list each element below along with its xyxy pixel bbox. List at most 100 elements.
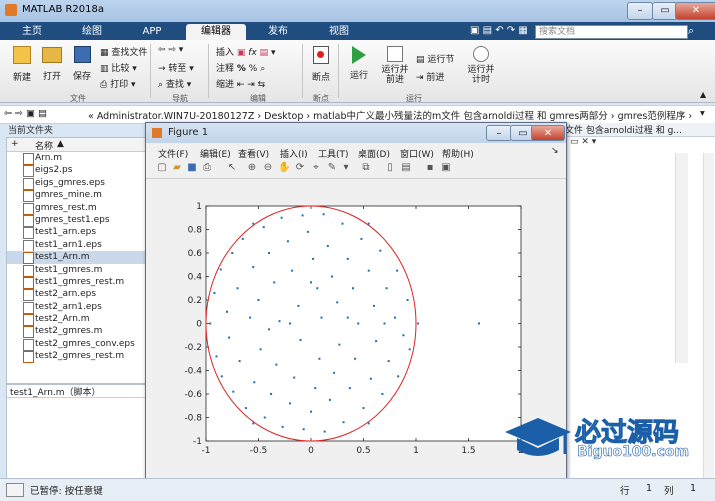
indent-button[interactable]: 缩进 ⇤ ⇥ ⇆ bbox=[216, 77, 265, 90]
ribbon-tab-bar: 主页 绘图 APP 编辑器 发布 视图 ▣ ▤ ↶ ↷ ▦ 搜索文档 ⌕ bbox=[0, 22, 715, 40]
tab-view[interactable]: 视图 bbox=[314, 24, 364, 40]
name-column-header[interactable]: + 名称 ▲ bbox=[7, 138, 152, 152]
menu-dock-icon[interactable]: ↘ bbox=[551, 146, 559, 156]
hide-tools-icon[interactable]: ▪ bbox=[424, 162, 436, 174]
m-file-icon bbox=[23, 314, 34, 327]
file-row[interactable]: test2_Arn.m bbox=[7, 313, 152, 327]
show-tools-icon[interactable]: ▣ bbox=[440, 162, 452, 174]
link-plot-icon[interactable]: ⧉ bbox=[360, 162, 372, 174]
data-point bbox=[268, 252, 270, 254]
run-section-button[interactable]: ▤ 运行节 bbox=[416, 52, 454, 65]
find-button[interactable]: ⌕ 查找 ▾ bbox=[158, 77, 191, 90]
legend-icon[interactable]: ▤ bbox=[400, 162, 412, 174]
brush-icon[interactable]: ✎ bbox=[326, 162, 338, 174]
tab-apps[interactable]: APP bbox=[130, 24, 174, 40]
tab-publish[interactable]: 发布 bbox=[252, 24, 304, 40]
tab-home[interactable]: 主页 bbox=[10, 24, 54, 40]
group-run-label: 运行 bbox=[406, 94, 422, 103]
file-row[interactable]: test2_arn.eps bbox=[7, 288, 152, 302]
file-row[interactable]: gmres_mine.m bbox=[7, 189, 152, 203]
file-row[interactable]: test1_gmres.m bbox=[7, 264, 152, 277]
brush-dropdown-icon[interactable]: ▾ bbox=[340, 162, 352, 174]
file-row[interactable]: test1_Arn.m bbox=[7, 251, 152, 265]
editor-tab-row[interactable]: ▭ ✕ ▾ bbox=[570, 137, 710, 149]
col-value: 1 bbox=[690, 483, 697, 494]
path-dropdown-icon[interactable]: ▾ bbox=[700, 108, 705, 119]
breakpoints-button[interactable]: 断点 bbox=[306, 46, 336, 83]
run-button[interactable]: 运行 bbox=[344, 46, 374, 81]
run-time-button[interactable]: 运行并 计时 bbox=[464, 46, 498, 85]
file-row[interactable]: test2_arn1.eps bbox=[7, 301, 152, 314]
quick-access-icons[interactable]: ▣ ▤ ↶ ↷ ▦ bbox=[470, 25, 528, 36]
print-button[interactable]: ⎙ 打印 ▾ bbox=[100, 77, 135, 90]
row-value: 1 bbox=[646, 483, 653, 494]
data-cursor-icon[interactable]: ⌖ bbox=[310, 162, 322, 174]
save-button[interactable]: 保存 bbox=[68, 46, 96, 82]
minimize-button[interactable]: – bbox=[627, 2, 653, 20]
zoom-in-icon[interactable]: ⊕ bbox=[246, 162, 258, 174]
collapse-ribbon-icon[interactable]: ▲ bbox=[700, 90, 706, 99]
comment-button[interactable]: 注释 % % ⌕ bbox=[216, 61, 265, 74]
data-point bbox=[314, 387, 317, 390]
menu-view[interactable]: 查看(V) bbox=[238, 147, 269, 160]
menu-help[interactable]: 帮助(H) bbox=[442, 147, 474, 160]
data-point bbox=[291, 269, 294, 272]
save-figure-icon[interactable]: ■ bbox=[186, 162, 198, 174]
figure-close-button[interactable]: ✕ bbox=[531, 125, 565, 141]
data-point bbox=[312, 257, 315, 260]
file-row[interactable]: test1_arn.eps bbox=[7, 226, 152, 240]
menu-insert[interactable]: 插入(I) bbox=[280, 147, 308, 160]
rotate-icon[interactable]: ⟳ bbox=[294, 162, 306, 174]
window-scrollbar[interactable] bbox=[703, 153, 714, 483]
find-file-button[interactable]: ▦ 查找文件 bbox=[100, 45, 147, 58]
goto-button[interactable]: → 转至 ▾ bbox=[158, 61, 194, 74]
path-breadcrumb[interactable]: « Administrator.WIN7U-20180127Z › Deskto… bbox=[88, 108, 692, 122]
compare-button[interactable]: ▥ 比较 ▾ bbox=[100, 61, 137, 74]
file-row[interactable]: test2_gmres_rest.m bbox=[7, 350, 152, 364]
file-row[interactable]: test2_gmres_conv.eps bbox=[7, 338, 152, 351]
new-button[interactable]: 新建 bbox=[8, 46, 36, 83]
figure-minimize-button[interactable]: – bbox=[486, 125, 512, 141]
data-point bbox=[310, 410, 312, 413]
pointer-icon[interactable]: ↖ bbox=[226, 162, 238, 174]
nav-arrows[interactable]: ⇦ ⇨ ▣ ▤ bbox=[4, 108, 47, 119]
insert-button[interactable]: 插入 ▣ fx ▤ ▾ bbox=[216, 45, 276, 58]
file-row[interactable]: test2_gmres.m bbox=[7, 325, 152, 339]
back-forward-buttons[interactable]: ⇦ ⇨ ▾ bbox=[158, 45, 183, 55]
advance-button[interactable]: ⇥ 前进 bbox=[416, 70, 444, 83]
menu-tools[interactable]: 工具(T) bbox=[318, 147, 349, 160]
print-figure-icon[interactable]: ⎙ bbox=[201, 162, 213, 174]
tab-plots[interactable]: 绘图 bbox=[70, 24, 114, 40]
file-row[interactable]: test1_arn1.eps bbox=[7, 239, 152, 252]
file-row[interactable]: eigs_gmres.eps bbox=[7, 177, 152, 190]
editor-scrollbar[interactable] bbox=[675, 153, 688, 363]
menu-edit[interactable]: 编辑(E) bbox=[200, 147, 231, 160]
file-row[interactable]: gmres_test1.eps bbox=[7, 214, 152, 227]
data-point bbox=[306, 230, 309, 233]
close-button[interactable]: ✕ bbox=[675, 2, 715, 20]
open-button[interactable]: 打开 bbox=[38, 46, 66, 82]
colorbar-icon[interactable]: ▯ bbox=[384, 162, 396, 174]
search-icon[interactable]: ⌕ bbox=[688, 24, 694, 38]
menu-window[interactable]: 窗口(W) bbox=[400, 147, 434, 160]
tab-editor[interactable]: 编辑器 bbox=[186, 24, 246, 40]
menu-file[interactable]: 文件(F) bbox=[158, 147, 188, 160]
file-row[interactable]: eigs2.ps bbox=[7, 164, 152, 178]
new-figure-icon[interactable]: ▢ bbox=[156, 162, 168, 174]
document-icon bbox=[23, 165, 34, 178]
file-name: test2_arn1.eps bbox=[35, 301, 102, 312]
x-tick-label: 1 bbox=[413, 446, 419, 456]
data-point bbox=[406, 299, 409, 301]
zoom-out-icon[interactable]: ⊖ bbox=[262, 162, 274, 174]
menu-desktop[interactable]: 桌面(D) bbox=[358, 147, 390, 160]
file-row[interactable]: gmres_rest.m bbox=[7, 202, 152, 215]
file-row[interactable]: Arn.m bbox=[7, 152, 152, 165]
pan-icon[interactable]: ✋ bbox=[278, 162, 290, 174]
data-point bbox=[253, 381, 256, 384]
search-docs-input[interactable]: 搜索文档 bbox=[535, 25, 688, 39]
run-advance-button[interactable]: 运行并 前进 bbox=[378, 46, 412, 85]
open-figure-icon[interactable]: ▰ bbox=[171, 162, 183, 174]
data-point bbox=[257, 299, 260, 301]
data-point bbox=[310, 281, 312, 284]
file-row[interactable]: test1_gmres_rest.m bbox=[7, 276, 152, 289]
